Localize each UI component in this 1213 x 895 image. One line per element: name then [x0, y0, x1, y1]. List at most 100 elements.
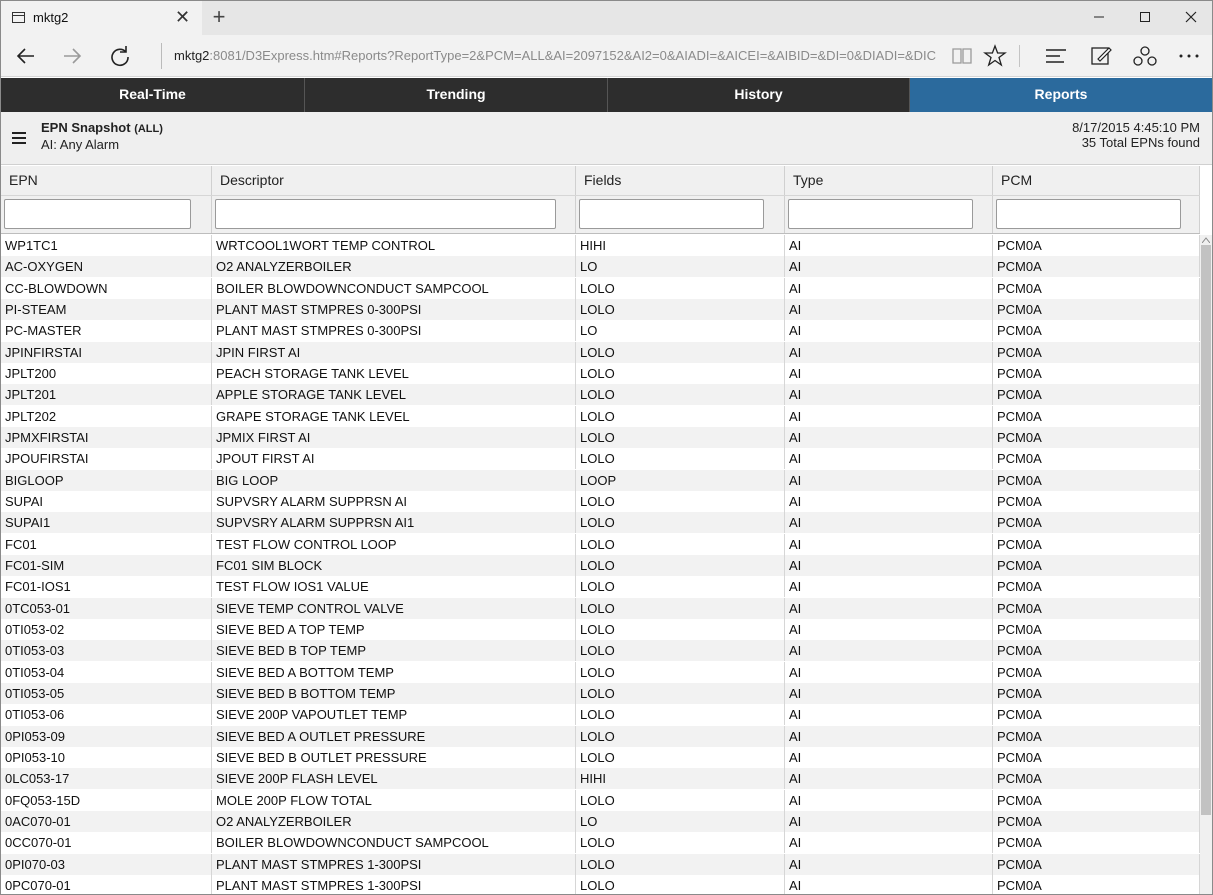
back-button[interactable]: [13, 43, 39, 69]
table-row[interactable]: JPINFIRSTAI JPIN FIRST AI LOLO AI PCM0A: [1, 341, 1200, 363]
cell-epn: 0PI053-09: [1, 725, 212, 747]
cell-type: AI: [785, 384, 993, 406]
table-row[interactable]: 0TI053-06 SIEVE 200P VAPOUTLET TEMP LOLO AI…: [1, 704, 1200, 726]
close-window-button[interactable]: [1168, 1, 1212, 33]
hub-button[interactable]: [1043, 43, 1069, 69]
table-row[interactable]: JPOUFIRSTAI JPOUT FIRST AI LOLO AI PCM0A: [1, 448, 1200, 470]
column-header-fields[interactable]: Fields: [576, 166, 785, 195]
new-tab-button[interactable]: +: [209, 4, 229, 30]
cell-type: AI: [785, 512, 993, 534]
table-row[interactable]: 0TC053-01 SIEVE TEMP CONTROL VALVE LOLO AI P…: [1, 597, 1200, 619]
table-row[interactable]: 0TI053-05 SIEVE BED B BOTTOM TEMP LOLO AI PC…: [1, 682, 1200, 704]
column-header-type[interactable]: Type: [785, 166, 993, 195]
tab-trending[interactable]: Trending: [305, 78, 608, 112]
table-row[interactable]: JPLT201 APPLE STORAGE TANK LEVEL LOLO AI PCM…: [1, 384, 1200, 406]
table-row[interactable]: 0AC070-01 O2 ANALYZERBOILER LO AI PCM0A: [1, 810, 1200, 832]
filter-input-type[interactable]: [788, 199, 973, 229]
cell-pcm: PCM0A: [993, 810, 1200, 832]
table-row[interactable]: WP1TC1 WRTCOOL1WORT TEMP CONTROL HIHI AI PCM…: [1, 235, 1200, 256]
filter-input-fields[interactable]: [579, 199, 764, 229]
filter-input-epn[interactable]: [4, 199, 191, 229]
filter-input-pcm[interactable]: [996, 199, 1181, 229]
address-bar[interactable]: mktg2:8081/D3Express.htm#Reports?ReportT…: [161, 43, 941, 69]
table-row[interactable]: FC01-SIM FC01 SIM BLOCK LOLO AI PCM0A: [1, 554, 1200, 576]
table-row[interactable]: PC-MASTER PLANT MAST STMPRES 0-300PSI LO AI…: [1, 320, 1200, 342]
column-header-descriptor[interactable]: Descriptor: [212, 166, 576, 195]
cell-pcm: PCM0A: [993, 256, 1200, 278]
cell-type: AI: [785, 341, 993, 363]
table-row[interactable]: JPMXFIRSTAI JPMIX FIRST AI LOLO AI PCM0A: [1, 426, 1200, 448]
column-header-epn[interactable]: EPN: [1, 166, 212, 195]
cell-fields: LOLO: [576, 341, 785, 363]
more-button[interactable]: [1176, 43, 1202, 69]
table-row[interactable]: 0LC053-17 SIEVE 200P FLASH LEVEL HIHI AI PCM…: [1, 768, 1200, 790]
tab-real-time[interactable]: Real-Time: [1, 78, 305, 112]
title-bar: mktg2 ✕ +: [1, 1, 1212, 35]
cell-pcm: PCM0A: [993, 768, 1200, 790]
cell-fields: LOLO: [576, 533, 785, 555]
browser-tab[interactable]: mktg2 ✕: [1, 1, 202, 35]
cell-pcm: PCM0A: [993, 235, 1200, 256]
close-tab-icon[interactable]: ✕: [175, 7, 190, 27]
favorite-button[interactable]: [982, 43, 1008, 69]
table-row[interactable]: CC-BLOWDOWN BOILER BLOWDOWNCONDUCT SAMPCO…: [1, 277, 1200, 299]
column-header-pcm[interactable]: PCM: [993, 166, 1200, 195]
maximize-button[interactable]: [1122, 1, 1168, 33]
table-row[interactable]: FC01 TEST FLOW CONTROL LOOP LOLO AI PCM0A: [1, 533, 1200, 555]
cell-pcm: PCM0A: [993, 832, 1200, 854]
table-row[interactable]: JPLT200 PEACH STORAGE TANK LEVEL LOLO AI PCM…: [1, 362, 1200, 384]
minimize-icon: [1094, 16, 1104, 18]
table-row[interactable]: 0FQ053-15D MOLE 200P FLOW TOTAL LOLO AI PCM0…: [1, 789, 1200, 811]
minimize-button[interactable]: [1076, 1, 1122, 33]
cell-fields: LO: [576, 810, 785, 832]
vertical-scrollbar[interactable]: [1200, 235, 1212, 894]
cell-epn: 0FQ053-15D: [1, 789, 212, 811]
scrollbar-thumb[interactable]: [1201, 245, 1211, 815]
cell-epn: JPLT201: [1, 384, 212, 406]
refresh-button[interactable]: [107, 43, 133, 69]
table-row[interactable]: 0PI053-10 SIEVE BED B OUTLET PRESSURE LOLO…: [1, 746, 1200, 768]
cell-fields: LOLO: [576, 405, 785, 427]
cell-pcm: PCM0A: [993, 874, 1200, 894]
table-row[interactable]: 0CC070-01 BOILER BLOWDOWNCONDUCT SAMPCOOL…: [1, 832, 1200, 854]
cell-fields: LOLO: [576, 554, 785, 576]
report-filter: AI: Any Alarm: [41, 137, 120, 152]
table-row[interactable]: 0TI053-02 SIEVE BED A TOP TEMP LOLO AI PCM0A: [1, 618, 1200, 640]
reading-view-button[interactable]: [949, 43, 975, 69]
table-row[interactable]: 0PC070-01 PLANT MAST STMPRES 1-300PSI LOLO…: [1, 874, 1200, 894]
cell-epn: 0TI053-06: [1, 704, 212, 726]
cell-fields: LOLO: [576, 618, 785, 640]
hamburger-menu-icon[interactable]: [12, 132, 26, 144]
table-row[interactable]: BIGLOOP BIG LOOP LOOP AI PCM0A: [1, 469, 1200, 491]
table-row[interactable]: 0PI070-03 PLANT MAST STMPRES 1-300PSI LOLO…: [1, 853, 1200, 875]
table-row[interactable]: 0TI053-03 SIEVE BED B TOP TEMP LOLO AI PCM0A: [1, 640, 1200, 662]
scroll-up-icon[interactable]: [1202, 237, 1210, 243]
report-header: EPN Snapshot (ALL) AI: Any Alarm 8/17/20…: [1, 112, 1212, 165]
cell-pcm: PCM0A: [993, 746, 1200, 768]
table-row[interactable]: AC-OXYGEN O2 ANALYZERBOILER LO AI PCM0A: [1, 256, 1200, 278]
cell-epn: JPOUFIRSTAI: [1, 448, 212, 470]
table-row[interactable]: SUPAI SUPVSRY ALARM SUPPRSN AI LOLO AI PCM0A: [1, 490, 1200, 512]
report-scope: (ALL): [134, 123, 163, 135]
cell-epn: BIGLOOP: [1, 469, 212, 491]
table-row[interactable]: 0PI053-09 SIEVE BED A OUTLET PRESSURE LOLO…: [1, 725, 1200, 747]
cell-descriptor: APPLE STORAGE TANK LEVEL: [212, 384, 576, 406]
app-nav: Real-Time Trending History Reports: [1, 78, 1212, 112]
tab-reports[interactable]: Reports: [910, 78, 1212, 112]
table-row[interactable]: PI-STEAM PLANT MAST STMPRES 0-300PSI LOLO A…: [1, 298, 1200, 320]
forward-button[interactable]: [59, 43, 85, 69]
tab-history[interactable]: History: [608, 78, 910, 112]
table-row[interactable]: FC01-IOS1 TEST FLOW IOS1 VALUE LOLO AI PCM0A: [1, 576, 1200, 598]
cell-epn: JPINFIRSTAI: [1, 341, 212, 363]
cell-type: AI: [785, 426, 993, 448]
cell-pcm: PCM0A: [993, 533, 1200, 555]
cell-epn: SUPAI: [1, 490, 212, 512]
web-note-button[interactable]: [1088, 43, 1114, 69]
table-row[interactable]: 0TI053-04 SIEVE BED A BOTTOM TEMP LOLO AI PC…: [1, 661, 1200, 683]
share-button[interactable]: [1132, 43, 1158, 69]
table-row[interactable]: SUPAI1 SUPVSRY ALARM SUPPRSN AI1 LOLO AI PCM…: [1, 512, 1200, 534]
filter-input-descriptor[interactable]: [215, 199, 556, 229]
cell-type: AI: [785, 277, 993, 299]
cell-descriptor: PLANT MAST STMPRES 0-300PSI: [212, 320, 576, 342]
table-row[interactable]: JPLT202 GRAPE STORAGE TANK LEVEL LOLO AI PCM…: [1, 405, 1200, 427]
